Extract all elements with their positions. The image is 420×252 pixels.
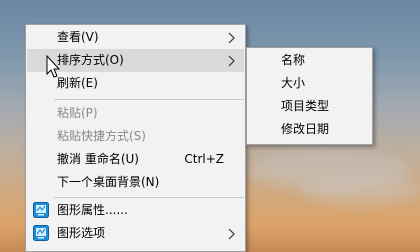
sort-option-item-type-label: 项目类型 [281, 99, 330, 113]
intel-graphics-icon [33, 225, 49, 241]
menu-item-paste-shortcut[interactable]: 粘贴快捷方式(S) [27, 125, 244, 148]
menu-item-graphics-properties-label: 图形属性...... [57, 203, 128, 217]
menu-item-paste[interactable]: 粘贴(P) [27, 102, 244, 125]
sort-option-date-modified[interactable]: 修改日期 [248, 118, 371, 141]
menu-item-next-background-label: 下一个桌面背景(N) [57, 175, 160, 189]
menu-item-view-label: 查看(V) [57, 30, 99, 44]
menu-item-undo-rename[interactable]: 撤消 重命名(U) Ctrl+Z [27, 148, 244, 171]
menu-item-refresh-label: 刷新(E) [57, 76, 98, 90]
sort-option-size-label: 大小 [281, 76, 306, 90]
sort-option-item-type[interactable]: 项目类型 [248, 95, 371, 118]
mouse-pointer-icon [46, 55, 60, 78]
menu-separator [54, 197, 244, 198]
chevron-right-icon [228, 228, 235, 240]
menu-item-sort-by-label: 排序方式(O) [57, 53, 124, 67]
sort-option-name-label: 名称 [281, 53, 306, 67]
menu-item-next-background[interactable]: 下一个桌面背景(N) [27, 171, 244, 194]
menu-item-undo-rename-label: 撤消 重命名(U) [57, 152, 139, 166]
chevron-right-icon [228, 32, 235, 44]
menu-item-paste-label: 粘贴(P) [57, 106, 98, 120]
undo-shortcut: Ctrl+Z [184, 152, 224, 166]
sort-option-name[interactable]: 名称 [248, 49, 371, 72]
menu-item-graphics-properties[interactable]: 图形属性...... [27, 199, 244, 222]
cloud-2 [300, 175, 420, 205]
chevron-right-icon [228, 55, 235, 67]
sort-option-date-modified-label: 修改日期 [281, 122, 330, 136]
menu-item-graphics-options-label: 图形选项 [57, 226, 106, 240]
menu-separator [54, 99, 244, 100]
menu-item-paste-shortcut-label: 粘贴快捷方式(S) [57, 129, 146, 143]
intel-graphics-icon [33, 202, 49, 218]
menu-item-view[interactable]: 查看(V) [27, 26, 244, 49]
sort-option-size[interactable]: 大小 [248, 72, 371, 95]
sort-by-submenu: 名称 大小 项目类型 修改日期 [246, 47, 373, 145]
menu-item-graphics-options[interactable]: 图形选项 [27, 222, 244, 245]
